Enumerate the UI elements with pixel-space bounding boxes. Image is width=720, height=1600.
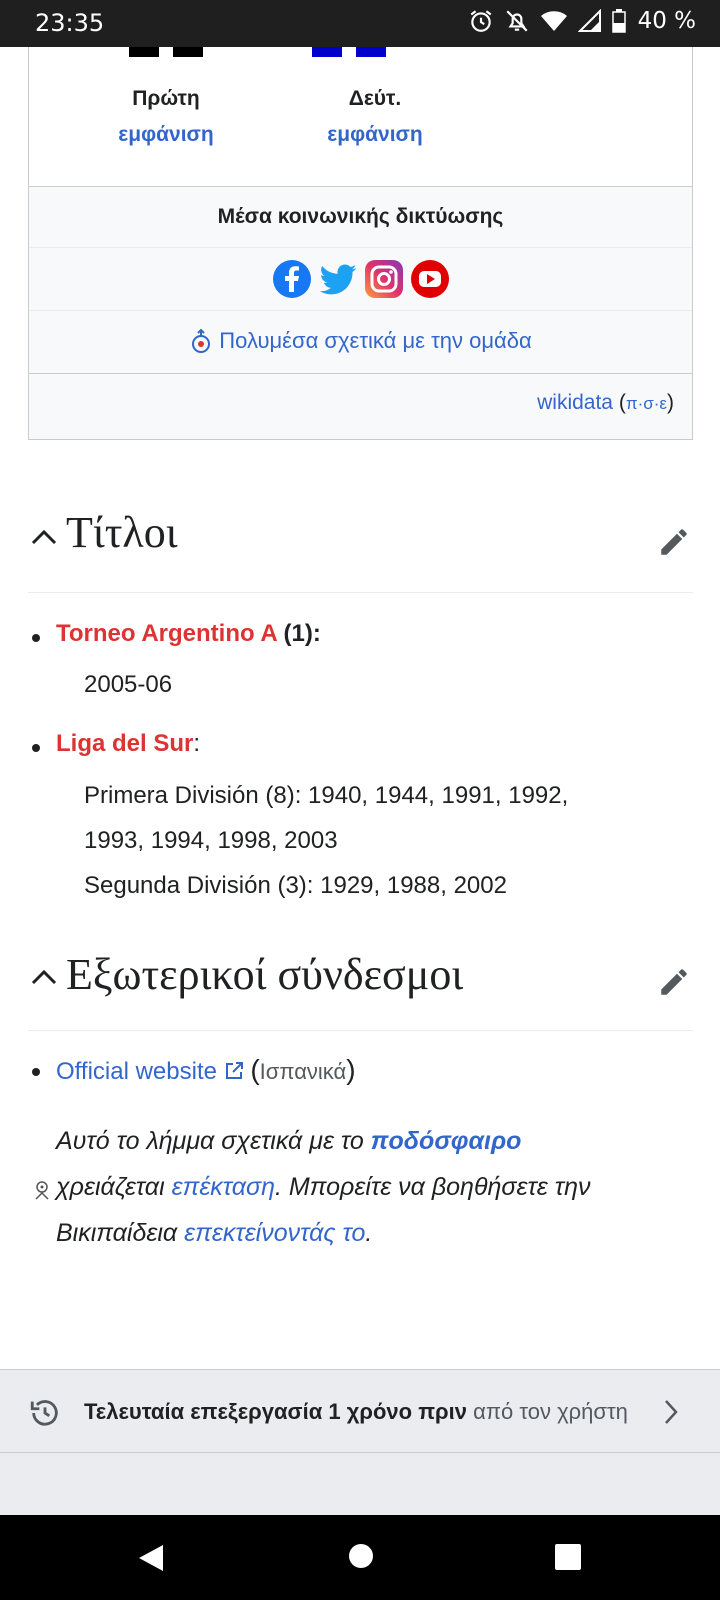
facebook-icon[interactable] xyxy=(272,259,312,299)
wifi-icon xyxy=(540,11,567,31)
chevron-up-icon[interactable] xyxy=(30,967,58,987)
title-years: Primera División (8): 1940, 1944, 1991, … xyxy=(84,782,569,809)
away-kit-shirt xyxy=(356,47,386,57)
official-website-link[interactable]: Official website xyxy=(56,1058,217,1085)
title-link-liga[interactable]: Liga del Sur xyxy=(56,730,193,757)
vde-edit[interactable]: ε xyxy=(659,394,667,413)
battery-percent: 40 % xyxy=(637,8,696,34)
titles-list: Liga del Sur: xyxy=(31,730,201,758)
clock: 23:35 xyxy=(35,9,105,37)
instagram-icon[interactable] xyxy=(364,259,404,299)
home-kit-link[interactable]: εμφάνιση xyxy=(81,123,251,147)
kits-row: Πρώτη εμφάνιση Δεύτ. εμφάνιση xyxy=(29,47,692,187)
external-section-header[interactable]: Εξωτερικοί σύνδεσμοι xyxy=(28,925,693,1031)
title-years: 2005-06 xyxy=(84,671,173,698)
away-kit-shirt xyxy=(312,47,342,57)
home-kit-shirt xyxy=(129,47,159,57)
titles-section-header[interactable]: Τίτλοι xyxy=(28,495,693,593)
edit-pencil-icon[interactable] xyxy=(657,525,691,559)
titles-heading: Τίτλοι xyxy=(66,508,178,557)
home-kit-title: Πρώτη xyxy=(132,87,200,110)
vde-view[interactable]: π xyxy=(626,394,638,413)
notifications-off-icon xyxy=(506,10,528,32)
wikidata-link[interactable]: wikidata xyxy=(537,391,613,414)
titles-list: Torneo Argentino A (1): xyxy=(32,620,321,648)
status-icons: 40 % xyxy=(468,8,696,34)
title-years: 1993, 1994, 1998, 2003 xyxy=(84,827,338,854)
twitter-icon[interactable] xyxy=(318,259,358,299)
language-label: Ισπανικά xyxy=(259,1059,347,1084)
away-kit-link[interactable]: εμφάνιση xyxy=(290,123,460,147)
football-stub-icon xyxy=(35,1181,49,1200)
external-heading: Εξωτερικοί σύνδεσμοι xyxy=(66,950,464,999)
recents-icon[interactable] xyxy=(554,1543,582,1571)
list-item: Torneo Argentino A (1): xyxy=(32,620,321,648)
last-edited-bar[interactable]: Τελευταία επεξεργασία 1 χρόνο πριν από τ… xyxy=(0,1369,720,1453)
away-kit-title: Δεύτ. xyxy=(348,87,402,110)
away-kit: Δεύτ. εμφάνιση xyxy=(290,47,460,147)
list-item: Liga del Sur: xyxy=(31,730,201,758)
wikidata-row: wikidata (π·σ·ε) xyxy=(29,374,692,439)
commons-icon xyxy=(192,328,211,354)
stub-notice: Αυτό το λήμμα σχετικά με το ποδόσφαιρο χ… xyxy=(56,1127,591,1247)
last-edited-text: Τελευταία επεξεργασία 1 χρόνο πριν από τ… xyxy=(84,1399,628,1424)
title-years: Segunda División (3): 1929, 1988, 2002 xyxy=(84,872,507,899)
external-list: Official website (Ισπανικά) xyxy=(32,1054,356,1086)
vde-talk[interactable]: σ xyxy=(643,394,654,413)
title-count: (1): xyxy=(276,620,321,647)
navigation-bar xyxy=(0,1515,720,1600)
infobox: Πρώτη εμφάνιση Δεύτ. εμφάνιση Μέσα κοινω… xyxy=(28,47,693,440)
external-link-icon xyxy=(225,1062,243,1079)
chevron-up-icon[interactable] xyxy=(30,527,58,547)
home-kit: Πρώτη εμφάνιση xyxy=(81,47,251,147)
status-bar: 23:35 40 % xyxy=(0,0,720,47)
chevron-right-icon[interactable] xyxy=(662,1398,680,1426)
signal-icon xyxy=(577,9,601,32)
edit-pencil-icon[interactable] xyxy=(657,965,691,999)
home-icon[interactable] xyxy=(348,1543,374,1569)
commons-link[interactable]: Πολυμέσα σχετικά με την ομάδα xyxy=(219,328,531,353)
expansion-link[interactable]: επέκταση xyxy=(172,1173,275,1201)
commons-row[interactable]: Πολυμέσα σχετικά με την ομάδα xyxy=(29,311,692,374)
alarm-icon xyxy=(470,10,491,32)
battery-icon xyxy=(611,9,626,33)
title-suffix: : xyxy=(193,730,201,757)
list-item: Official website (Ισπανικά) xyxy=(32,1054,356,1085)
social-icons-row xyxy=(29,248,692,311)
football-link[interactable]: ποδόσφαιρο xyxy=(371,1127,522,1155)
history-icon xyxy=(30,1400,58,1426)
footer-fill xyxy=(0,1453,720,1515)
expand-it-link[interactable]: επεκτείνοντάς το xyxy=(184,1219,365,1247)
title-link-torneo[interactable]: Torneo Argentino A xyxy=(56,620,277,647)
social-heading: Μέσα κοινωνικής δικτύωσης xyxy=(29,187,692,248)
youtube-icon[interactable] xyxy=(410,259,450,299)
home-kit-shirt xyxy=(173,47,203,57)
back-icon[interactable] xyxy=(137,1543,165,1573)
